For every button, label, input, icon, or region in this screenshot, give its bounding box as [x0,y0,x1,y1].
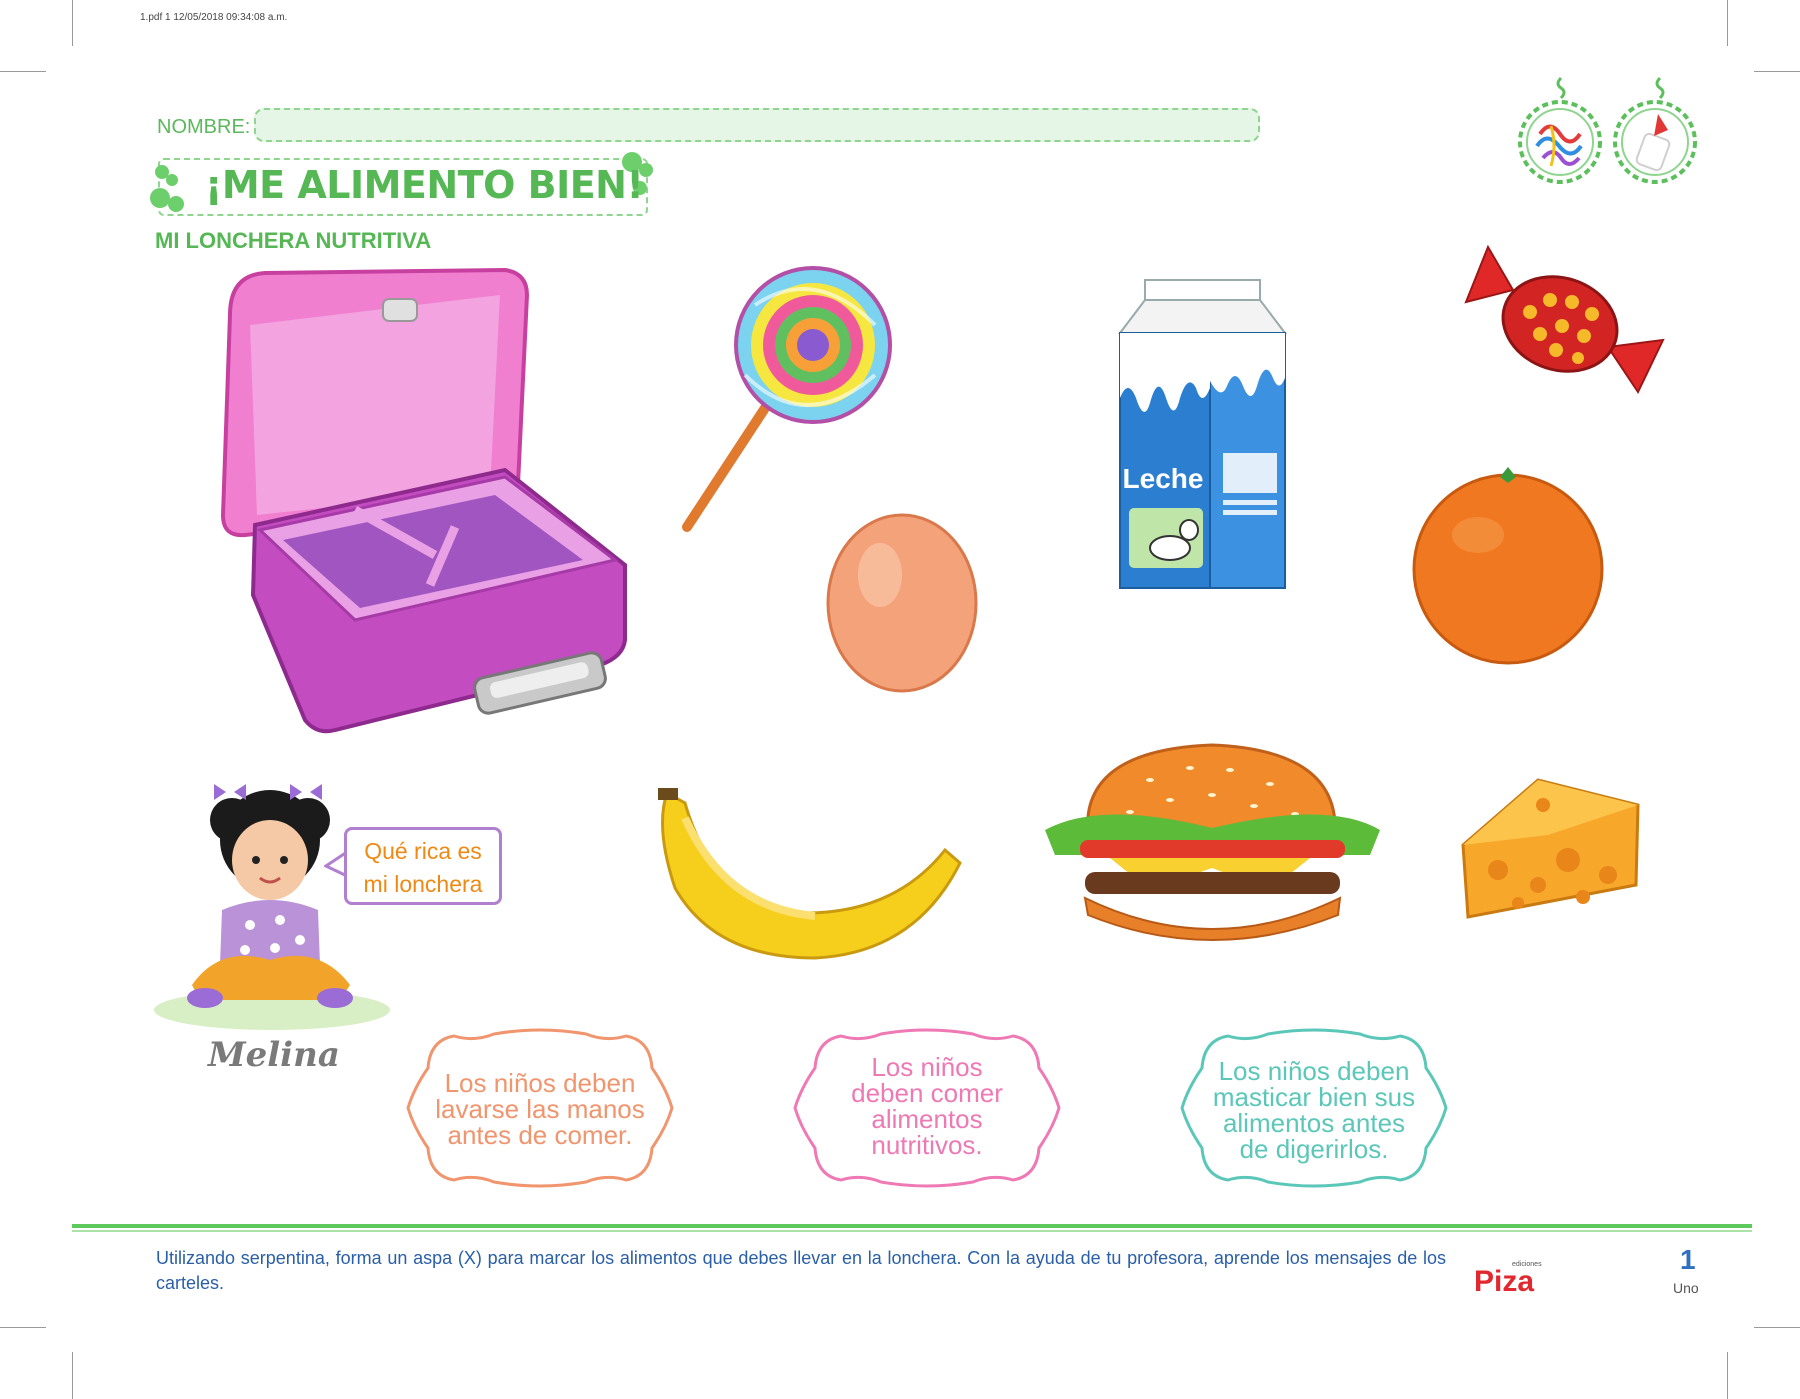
footer-divider [72,1224,1752,1228]
message-sign: Los niños deben masticar bien sus alimen… [1178,1028,1450,1188]
message-sign: Los niños deben lavarse las manos antes … [404,1028,676,1188]
crop-mark [1727,0,1728,46]
banana-image [658,788,962,960]
crop-mark [0,1327,46,1328]
pdf-header: 1.pdf 1 12/05/2018 09:34:08 a.m. [140,12,288,23]
crop-mark [1727,1352,1728,1399]
candy-image [1464,244,1665,395]
sign-line: alimentos [871,1104,983,1134]
clover-left-icon [150,165,184,212]
sign-line: de digerirlos. [1239,1134,1389,1164]
milk-label: Leche [1123,463,1204,494]
name-label: NOMBRE: [157,116,251,138]
glue-material-icon [1613,76,1697,184]
sign-line: nutritivos. [871,1130,983,1160]
crop-mark [1754,71,1800,72]
sign-line: Los niños [871,1052,983,1082]
sign-line: lavarse las manos [435,1094,645,1124]
streamer-material-icon [1518,76,1602,184]
crop-mark [1754,1327,1800,1328]
lollipop-image [682,266,892,532]
speech-bubble-line: Qué rica es [364,838,482,864]
milk-carton-image: Leche [1117,279,1288,589]
sign-line: alimentos antes [1222,1108,1406,1138]
lunchbox-image [220,267,627,734]
instruction-text: Utilizando serpentina, forma un aspa (X)… [156,1248,1446,1293]
page-title: ¡ME ALIMENTO BIEN! [205,163,644,207]
sign-line: deben comer [851,1078,1003,1108]
crop-mark [0,71,46,72]
sign-line: Los niños deben [444,1068,636,1098]
page-subtitle: MI LONCHERA NUTRITIVA [155,228,432,253]
speech-bubble-line: mi lonchera [363,871,483,897]
message-sign: Los niños deben comer alimentos nutritiv… [791,1028,1063,1188]
brand-name: Piza [1474,1265,1534,1295]
name-field[interactable] [254,108,1260,142]
sign-text: Los niños deben comer alimentos nutritiv… [791,1054,1063,1158]
egg-image [826,513,978,693]
hamburger-image [1045,743,1380,941]
sign-text: Los niños deben masticar bien sus alimen… [1178,1058,1450,1162]
character-name: Melina [208,1035,340,1075]
sign-line: antes de comer. [447,1120,633,1150]
cheese-image [1461,778,1640,919]
piza-logo: Piza [1474,1265,1534,1295]
sign-text: Los niños deben lavarse las manos antes … [404,1070,676,1148]
sign-line: masticar bien sus [1212,1082,1416,1112]
footer-divider [72,1230,1752,1232]
crop-mark [72,1352,73,1399]
page-number: 1 [1680,1244,1696,1275]
crop-mark [72,0,73,46]
sign-line: Los niños deben [1218,1056,1410,1086]
speech-bubble: Qué rica es mi lonchera [344,827,502,905]
orange-image [1412,467,1604,665]
page-number-word: Uno [1673,1280,1699,1296]
